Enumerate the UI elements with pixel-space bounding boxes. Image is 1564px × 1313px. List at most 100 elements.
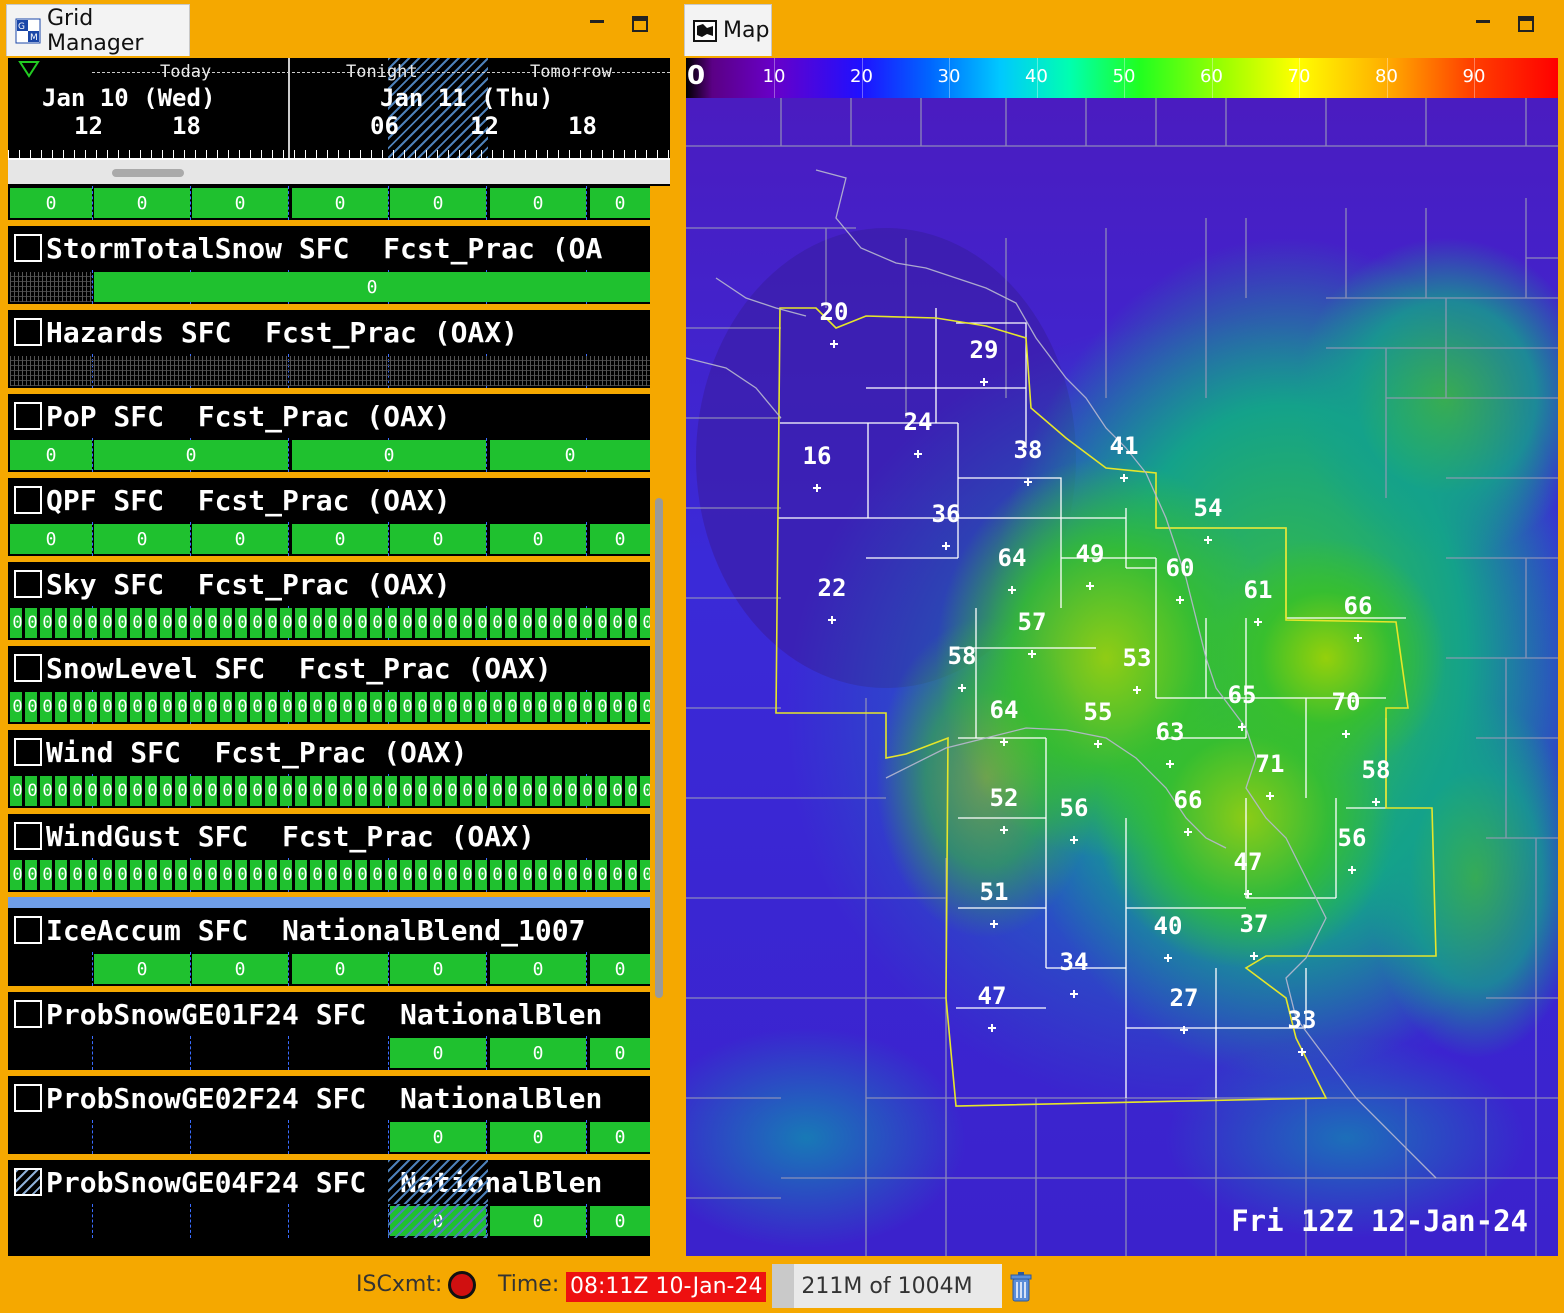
- grid-box[interactable]: 0: [192, 524, 288, 554]
- grid-box[interactable]: 0: [10, 524, 92, 554]
- grid-timeline[interactable]: 0000000: [8, 186, 650, 220]
- grid-box[interactable]: 0: [590, 188, 650, 218]
- grid-box[interactable]: 0: [390, 188, 486, 218]
- grid-box[interactable]: 0: [390, 1038, 486, 1068]
- parameter-header[interactable]: ProbSnowGE04F24 SFC NationalBlen: [8, 1160, 650, 1204]
- grid-box[interactable]: 0: [10, 440, 92, 470]
- grid-timeline[interactable]: 0000: [8, 438, 650, 472]
- grid-box[interactable]: 0: [94, 440, 288, 470]
- grid-box[interactable]: 0: [94, 188, 190, 218]
- grid-box-strip[interactable]: 0000000000000000000000000000000000000000…: [10, 776, 650, 806]
- parameter-checkbox[interactable]: [14, 486, 42, 514]
- grid-timeline[interactable]: 000: [8, 1120, 650, 1154]
- time-scale[interactable]: Today Tonight Tomorrow Jan 10 (Wed) Jan …: [8, 58, 670, 160]
- grid-box[interactable]: 0: [94, 524, 190, 554]
- hour-label: 18: [568, 112, 597, 140]
- grid-box[interactable]: 0: [590, 1206, 650, 1236]
- parameter-checkbox[interactable]: [14, 1168, 42, 1196]
- grid-box[interactable]: 0: [390, 524, 486, 554]
- parameter-header[interactable]: Wind SFC Fcst_Prac (OAX): [8, 730, 650, 774]
- parameter-header[interactable]: Hazards SFC Fcst_Prac (OAX): [8, 310, 650, 354]
- parameter-checkbox[interactable]: [14, 822, 42, 850]
- map-canvas[interactable]: 20 29 24 16 38 41 36 54 64 49 60 22 61 66 57 58 53 65 70 64…: [686, 98, 1558, 1256]
- grid-box[interactable]: 0: [590, 954, 650, 984]
- grid-timeline[interactable]: 0000000: [8, 522, 650, 556]
- isc-status-icon[interactable]: [448, 1271, 476, 1299]
- tab-map[interactable]: Map: [684, 4, 772, 56]
- grid-box[interactable]: 0: [292, 188, 388, 218]
- grid-box[interactable]: 0: [490, 1206, 586, 1236]
- vertical-scrollbar[interactable]: [650, 186, 670, 1256]
- grid-box[interactable]: 0: [292, 954, 388, 984]
- parameter-header[interactable]: Sky SFC Fcst_Prac (OAX): [8, 562, 650, 606]
- minimize-button[interactable]: [588, 14, 606, 32]
- station-value: 22: [818, 574, 847, 602]
- maximize-button[interactable]: [1518, 16, 1534, 32]
- grid-box[interactable]: 0: [94, 272, 650, 302]
- parameter-checkbox[interactable]: [14, 570, 42, 598]
- parameter-checkbox[interactable]: [14, 402, 42, 430]
- tab-grid-manager[interactable]: GM Grid Manager: [6, 4, 190, 56]
- scrollbar-thumb[interactable]: [655, 498, 663, 998]
- grid-timeline[interactable]: 0000000000000000000000000000000000000000…: [8, 774, 650, 808]
- grid-timeline[interactable]: 0: [8, 270, 650, 304]
- parameter-checkbox[interactable]: [14, 1000, 42, 1028]
- grid-timeline[interactable]: 000000: [8, 952, 650, 986]
- station-value: 53: [1123, 644, 1152, 672]
- grid-timeline[interactable]: 0000000000000000000000000000000000000000…: [8, 690, 650, 724]
- grid-box-strip[interactable]: 0000000000000000000000000000000000000000…: [10, 860, 650, 890]
- parameter-header[interactable]: SnowLevel SFC Fcst_Prac (OAX): [8, 646, 650, 690]
- memory-usage-text: 211M of 1004M: [801, 1273, 973, 1299]
- grid-box[interactable]: 0: [490, 1122, 586, 1152]
- map-icon: [693, 18, 717, 44]
- parameter-checkbox[interactable]: [14, 654, 42, 682]
- grid-box[interactable]: 0: [292, 440, 486, 470]
- grid-box-strip[interactable]: 0000000000000000000000000000000000000000…: [10, 692, 650, 722]
- minimize-button[interactable]: [1474, 14, 1492, 32]
- parameter-header[interactable]: WindGust SFC Fcst_Prac (OAX): [8, 814, 650, 858]
- grid-timeline[interactable]: 0000000000000000000000000000000000000000…: [8, 858, 650, 892]
- grid-box[interactable]: 0: [192, 954, 288, 984]
- map-view[interactable]: 0 10 20 30 40 50 60 70 80 90 20 29 24 16…: [686, 58, 1558, 1256]
- grid-box[interactable]: 0: [94, 954, 190, 984]
- grid-timeline[interactable]: 000: [8, 1204, 650, 1238]
- trash-icon[interactable]: [1006, 1270, 1036, 1304]
- map-window-controls: [1474, 14, 1534, 32]
- maximize-button[interactable]: [632, 16, 648, 32]
- scrollbar-thumb[interactable]: [112, 169, 184, 177]
- grid-timeline[interactable]: 000: [8, 1036, 650, 1070]
- grid-timeline[interactable]: 0000000000000000000000000000000000000000…: [8, 606, 650, 640]
- grid-box[interactable]: 0: [490, 440, 650, 470]
- parameter-checkbox[interactable]: [14, 916, 42, 944]
- parameter-header[interactable]: ProbSnowGE01F24 SFC NationalBlen: [8, 992, 650, 1036]
- grid-box-strip[interactable]: 0000000000000000000000000000000000000000…: [10, 608, 650, 638]
- grid-parameter-row: ProbSnowGE01F24 SFC NationalBlen 0 0 0: [8, 986, 650, 1070]
- station-value: 36: [932, 500, 961, 528]
- station-value: 34: [1060, 948, 1089, 976]
- grid-box[interactable]: 0: [490, 188, 586, 218]
- horizontal-scrollbar[interactable]: [8, 160, 670, 184]
- grid-box[interactable]: 0: [390, 954, 486, 984]
- grid-box[interactable]: 0: [590, 1122, 650, 1152]
- grid-box[interactable]: 0: [490, 1038, 586, 1068]
- grid-timeline[interactable]: [8, 354, 650, 388]
- color-bar[interactable]: 0 10 20 30 40 50 60 70 80 90: [686, 58, 1558, 98]
- parameter-header[interactable]: QPF SFC Fcst_Prac (OAX): [8, 478, 650, 522]
- grid-box[interactable]: 0: [490, 524, 586, 554]
- parameter-checkbox[interactable]: [14, 234, 42, 262]
- parameter-header[interactable]: ProbSnowGE02F24 SFC NationalBlen: [8, 1076, 650, 1120]
- grid-box[interactable]: 0: [490, 954, 586, 984]
- grid-box[interactable]: 0: [10, 188, 92, 218]
- parameter-checkbox[interactable]: [14, 738, 42, 766]
- grid-box[interactable]: 0: [192, 188, 288, 218]
- grid-box[interactable]: 0: [390, 1122, 486, 1152]
- parameter-checkbox[interactable]: [14, 318, 42, 346]
- grid-box[interactable]: 0: [590, 524, 650, 554]
- grid-manager: Today Tonight Tomorrow Jan 10 (Wed) Jan …: [8, 58, 670, 1256]
- grid-box[interactable]: 0: [590, 1038, 650, 1068]
- parameter-header[interactable]: StormTotalSnow SFC Fcst_Prac (OA: [8, 226, 650, 270]
- grid-box[interactable]: 0: [292, 524, 388, 554]
- parameter-checkbox[interactable]: [14, 1084, 42, 1112]
- parameter-header[interactable]: PoP SFC Fcst_Prac (OAX): [8, 394, 650, 438]
- parameter-header[interactable]: IceAccum SFC NationalBlend_1007: [8, 908, 650, 952]
